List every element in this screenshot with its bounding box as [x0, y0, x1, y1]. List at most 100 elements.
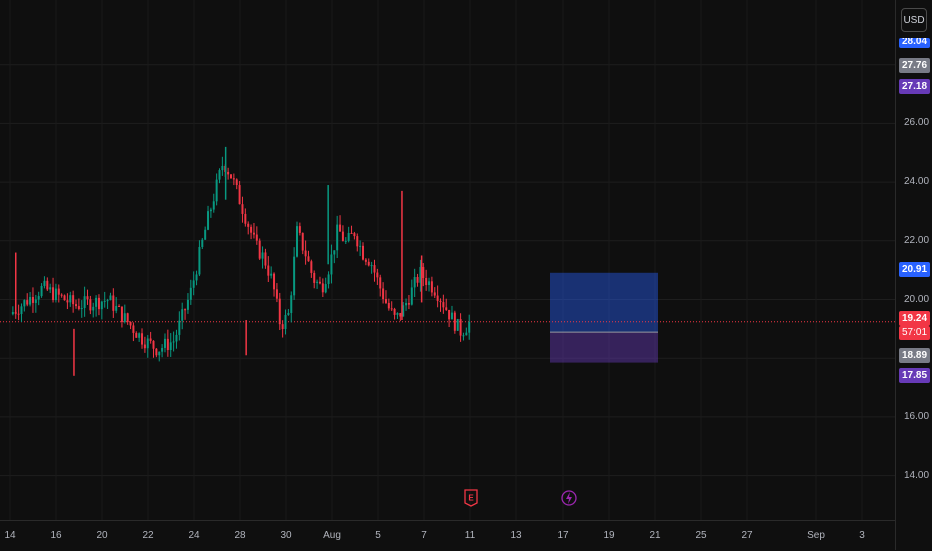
position-target-zone — [550, 272, 658, 333]
candle-body — [267, 265, 270, 276]
candle-body — [141, 333, 144, 345]
candle-body — [158, 351, 161, 356]
candle-body — [244, 213, 247, 224]
price-tick-label: 22.00 — [904, 234, 930, 246]
candle-body — [184, 309, 187, 311]
candle-body — [146, 338, 149, 349]
candle-body — [324, 284, 327, 293]
candle-body — [422, 266, 425, 278]
candle-body — [29, 297, 32, 305]
candle-body — [132, 325, 135, 333]
candle-body — [201, 239, 204, 247]
dividend-lightning-icon[interactable] — [561, 489, 577, 507]
candle-body — [462, 335, 465, 337]
candle-body — [112, 295, 115, 311]
time-tick-label: 25 — [695, 530, 707, 541]
candle-body — [425, 277, 428, 286]
candle-body — [135, 332, 138, 338]
candle-body — [198, 246, 201, 275]
candle-body — [278, 298, 281, 325]
candle-body — [379, 277, 382, 289]
candle-body — [275, 289, 278, 299]
candle-body — [356, 236, 359, 247]
candle-body — [138, 333, 141, 338]
earnings-icon[interactable]: E — [464, 489, 478, 507]
candle-body — [255, 234, 258, 241]
candle-body — [250, 226, 253, 233]
countdown-tag: 57:01 — [899, 326, 930, 340]
candle-body — [247, 223, 250, 227]
candle-body — [178, 320, 181, 335]
candle-body — [152, 340, 155, 349]
time-tick-label: 24 — [188, 530, 200, 541]
chart-area[interactable]: E — [0, 0, 895, 520]
candle-body — [439, 300, 442, 303]
time-tick-label: 27 — [741, 530, 753, 541]
candle-body — [364, 259, 367, 262]
candle-body — [75, 304, 78, 307]
currency-button[interactable]: USD — [901, 8, 927, 32]
candle-body — [189, 287, 192, 300]
time-tick-label: 14 — [4, 530, 16, 541]
candle-body — [204, 229, 207, 240]
candle-body — [52, 287, 55, 301]
candle-body — [120, 306, 123, 322]
candle-body — [241, 204, 244, 214]
candle-body — [405, 303, 408, 306]
price-tag: 17.85 — [899, 368, 930, 383]
candle-body — [445, 307, 448, 310]
candle-body — [436, 295, 439, 301]
candle-body — [40, 285, 43, 297]
candle-body — [413, 277, 416, 288]
candle-body — [186, 299, 189, 310]
candlestick-chart[interactable] — [0, 0, 895, 520]
position-stop-zone — [550, 332, 658, 363]
price-tag: 27.18 — [899, 79, 930, 94]
time-tick-label: Aug — [323, 530, 341, 541]
candle-body — [307, 256, 310, 262]
candle-body — [175, 334, 178, 342]
price-tag: 27.76 — [899, 58, 930, 73]
price-tag: 20.91 — [899, 262, 930, 277]
candle-body — [103, 300, 106, 302]
price-tick-label: 24.00 — [904, 176, 930, 188]
candle-body — [163, 338, 166, 348]
candle-body — [26, 300, 29, 305]
candle-body — [261, 252, 264, 259]
candle-body — [115, 305, 118, 311]
time-tick-label: 19 — [603, 530, 615, 541]
candle-body — [313, 272, 316, 283]
candle-body — [448, 309, 451, 320]
candle-body — [149, 338, 152, 341]
time-axis[interactable]: 14 16 20 22 24 28 30 Aug 5 7 11 13 17 19 21 25 27 Sep 3 — [0, 520, 895, 551]
candle-body — [301, 232, 304, 251]
candle-body — [100, 301, 103, 310]
candle-body — [270, 273, 273, 276]
price-tick-label: 26.00 — [904, 117, 930, 129]
candle-body — [344, 240, 347, 242]
candle-body — [367, 261, 370, 266]
price-tick-label: 20.00 — [904, 293, 930, 305]
candle-body — [238, 185, 241, 205]
candle-body — [373, 265, 376, 273]
candle-body — [215, 179, 218, 202]
candle-body — [63, 295, 66, 301]
time-tick-label: 30 — [280, 530, 292, 541]
price-axis[interactable]: USD 14.0016.0018.0020.0022.0024.0026.00 … — [895, 0, 932, 550]
candle-body — [83, 296, 86, 308]
candle-body — [264, 252, 267, 266]
candle-body — [20, 306, 23, 315]
time-tick-label: 5 — [375, 530, 381, 541]
candle-body — [396, 312, 399, 315]
time-tick-label: 7 — [421, 530, 427, 541]
candle-body — [57, 288, 60, 295]
time-tick-label: 28 — [234, 530, 246, 541]
candle-body — [407, 303, 410, 305]
candle-body — [304, 250, 307, 257]
candle-body — [321, 283, 324, 293]
time-tick-label: 3 — [859, 530, 865, 541]
time-tick-label: 17 — [557, 530, 569, 541]
candle-body — [296, 226, 298, 257]
time-tick-label: 20 — [96, 530, 108, 541]
candle-body — [252, 232, 255, 235]
